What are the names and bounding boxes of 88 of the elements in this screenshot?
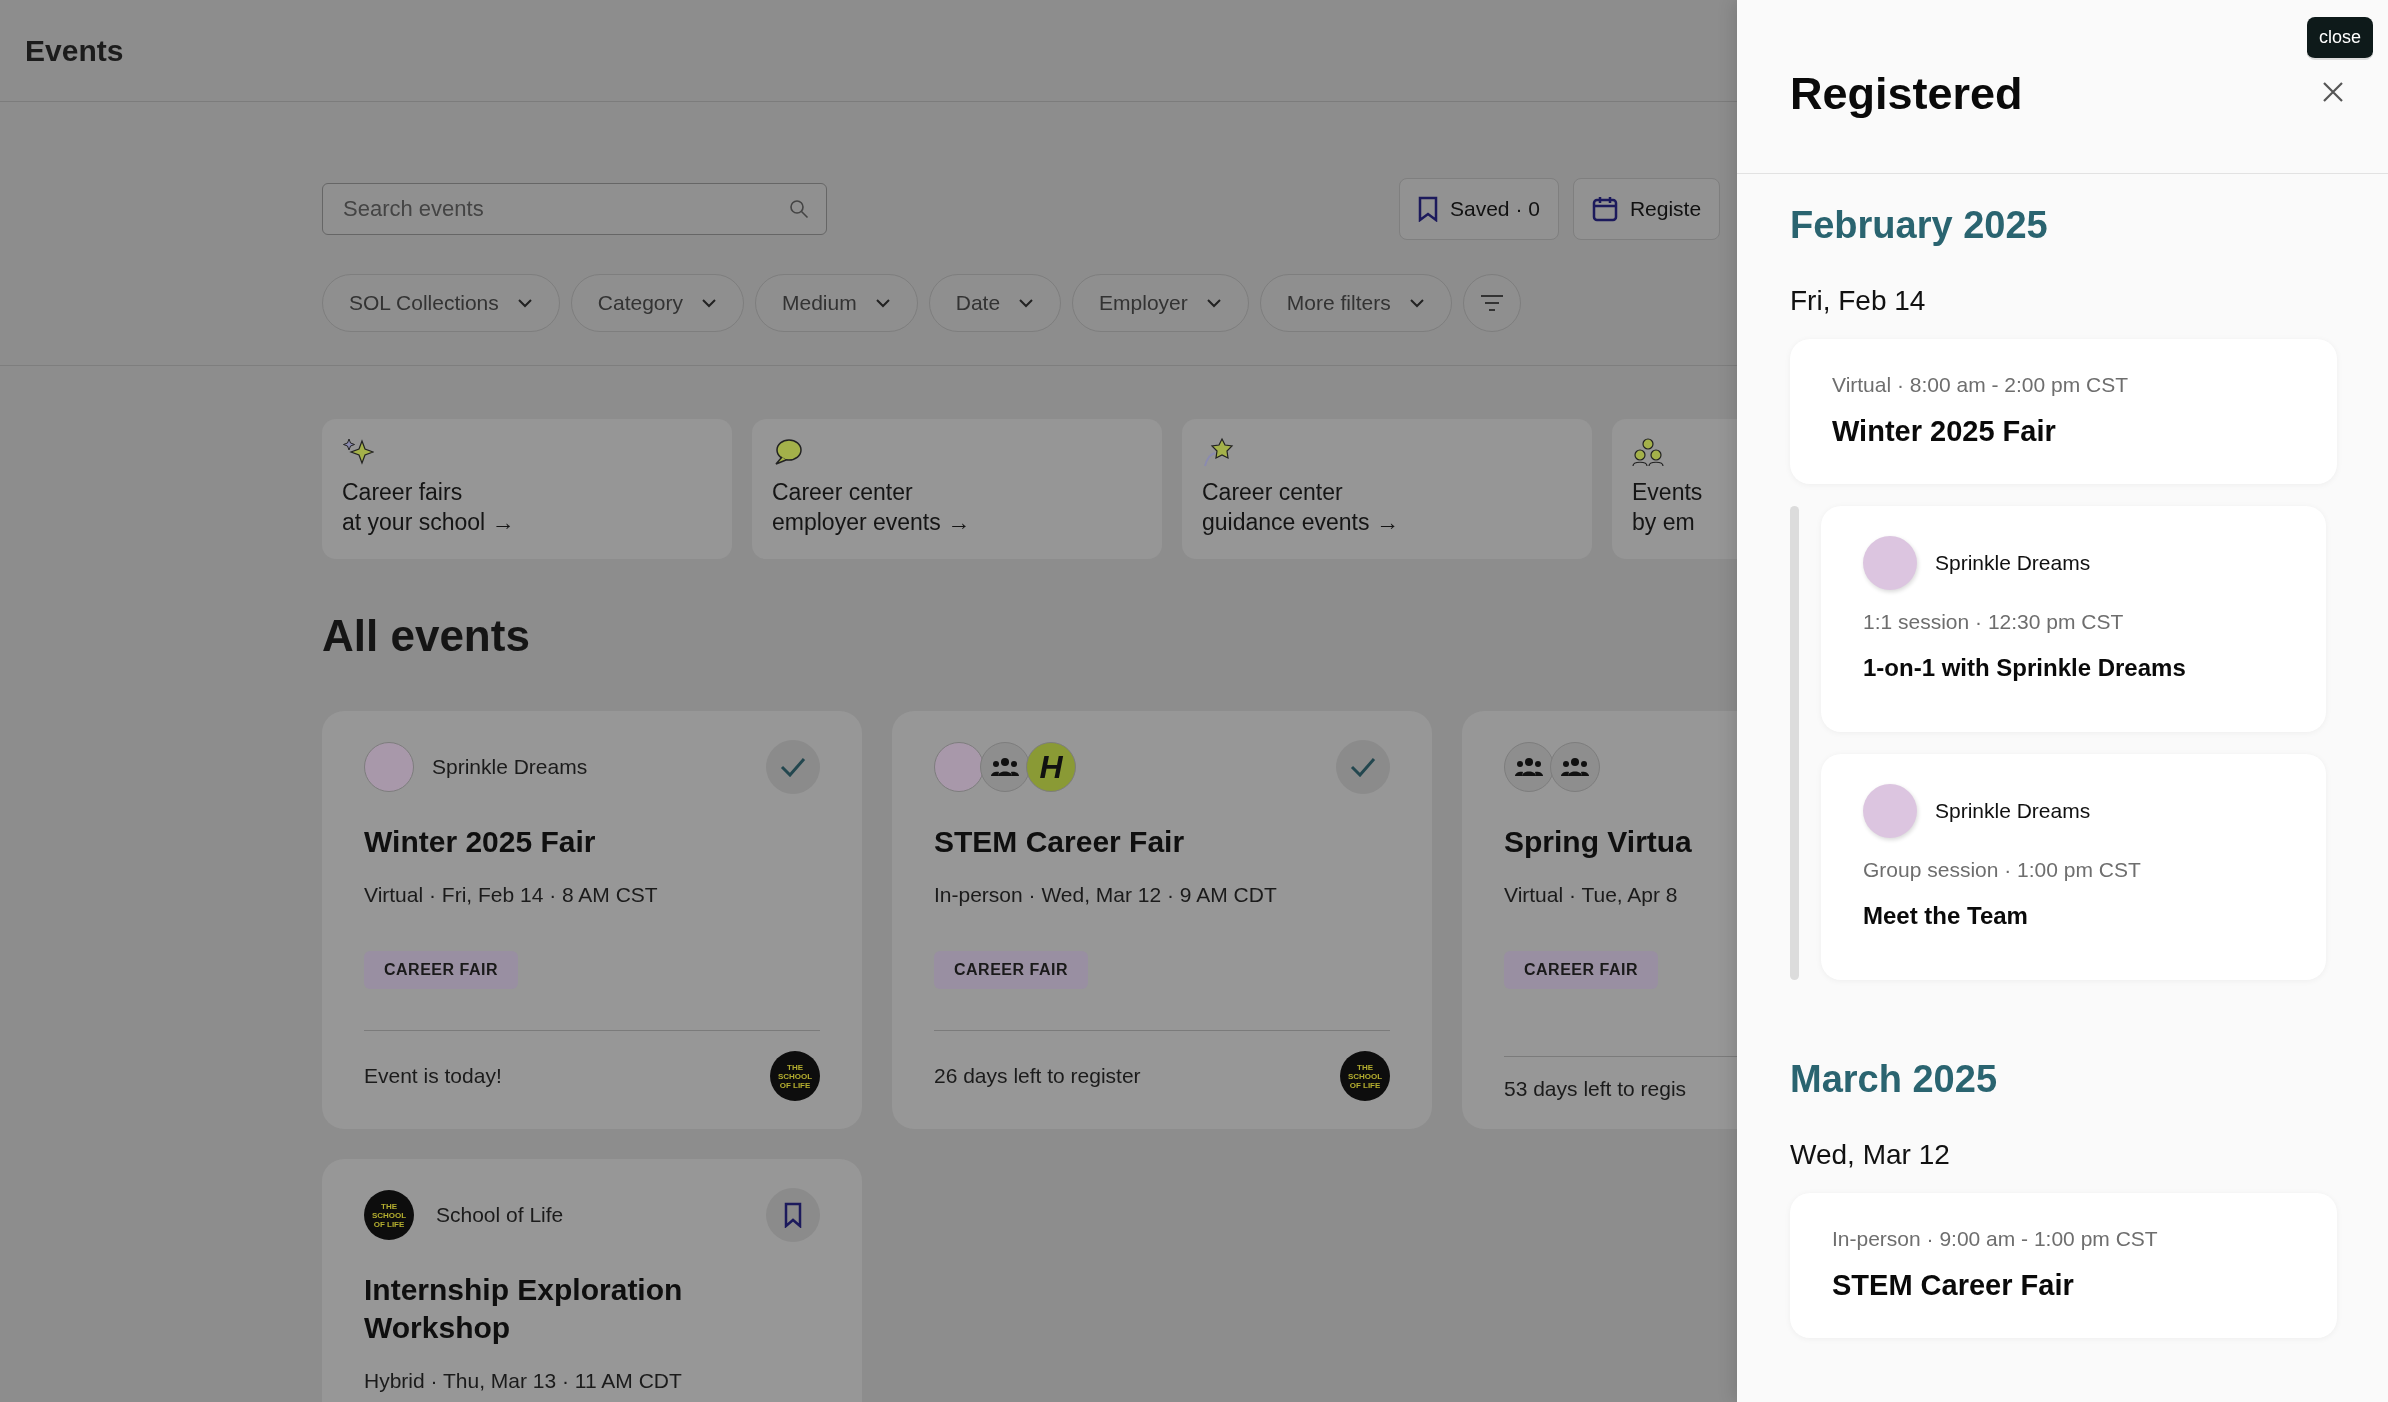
event-meta: Virtual · Fri, Feb 14 · 8 AM CST (364, 883, 659, 907)
collection-card[interactable]: Career fairs at your school → (322, 419, 732, 559)
filter-dropdown[interactable]: Employer (1072, 274, 1249, 332)
calendar-button[interactable]: Registe (1572, 178, 1721, 240)
host-avatar (364, 742, 414, 792)
chevron-down-icon (1205, 298, 1222, 308)
filter-dropdown[interactable]: Category (570, 274, 744, 332)
event-meta: Virtual · 8:00 am - 2:00 pm CST (1832, 373, 2130, 397)
event-meta: Virtual · Tue, Apr 8 (1504, 883, 1679, 907)
check-icon (780, 757, 806, 777)
chevron-down-icon (874, 298, 891, 308)
session-card[interactable]: Sprinkle Dreams Group session · 1:00 pm CST Meet the Team (1821, 754, 2326, 980)
host-name: Sprinkle Dreams (1935, 799, 2091, 823)
session-meta: 1:1 session · 12:30 pm CST (1863, 610, 2125, 634)
event-tag: CAREER FAIR (934, 951, 1088, 989)
filter-dropdown[interactable]: SOL Collections (322, 274, 560, 332)
session-card[interactable]: Sprinkle Dreams 1:1 session · 12:30 pm CST 1-on-1 with Sprinkle Dreams (1821, 506, 2326, 732)
collection-label: Events by em (1632, 478, 1704, 537)
event-title: Winter 2025 Fair (364, 824, 597, 860)
host-avatar (934, 742, 984, 792)
calendar-icon (1591, 196, 1618, 222)
event-tag: CAREER FAIR (1504, 951, 1658, 989)
drawer-title: Registered (1790, 67, 2023, 120)
host-avatar (1863, 784, 1917, 838)
speech-bubble-icon (772, 437, 804, 467)
host-avatar (1863, 536, 1917, 590)
event-meta: In-person · Wed, Mar 12 · 9 AM CDT (934, 883, 1278, 907)
month-heading: March 2025 (1790, 1058, 1998, 1101)
event-title: Winter 2025 Fair (1832, 415, 2057, 448)
day-heading: Wed, Mar 12 (1790, 1139, 1951, 1171)
group-icon (1515, 757, 1543, 777)
filter-dropdown[interactable]: Date (928, 274, 1062, 332)
event-title: Internship Exploration Workshop (364, 1272, 684, 1346)
day-heading: Fri, Feb 14 (1790, 285, 1927, 317)
event-title: STEM Career Fair (1832, 1269, 2075, 1302)
event-card[interactable]: Spring Virtua Virtual · Tue, Apr 8 CAREER FAIR 53 days left to regis (1462, 711, 1737, 1129)
collection-card[interactable]: Events by em (1612, 419, 1737, 559)
sort-icon (1479, 294, 1504, 312)
check-icon (1350, 757, 1376, 777)
bookmark-button[interactable]: Saved · 0 (1399, 178, 1559, 240)
event-title: STEM Career Fair (934, 824, 1186, 860)
bookmark-icon (783, 1202, 803, 1228)
registered-event-card[interactable]: Virtual · 8:00 am - 2:00 pm CST Winter 2025 Fair (1790, 339, 2337, 484)
chevron-down-icon (516, 298, 533, 308)
search-field[interactable]: Search events (322, 183, 827, 235)
event-tag: CAREER FAIR (364, 951, 518, 989)
filter-dropdown[interactable]: Medium (755, 274, 918, 332)
collection-card[interactable]: Career center guidance events → (1182, 419, 1592, 559)
registered-event-card[interactable]: In-person · 9:00 am - 1:00 pm CST STEM Career Fair (1790, 1193, 2337, 1338)
host-logo: H (1026, 742, 1076, 792)
session-meta: Group session · 1:00 pm CST (1863, 858, 2142, 882)
event-card[interactable]: H STEM Career Fair In-person · Wed, Mar 12 · 9 AM CDT CAREER FAIR 26 days left to register THE SCHOOL OF LIFE (892, 711, 1432, 1129)
star-icon (1202, 437, 1234, 467)
host-name: School of Life (436, 1203, 564, 1227)
people-icon (1632, 437, 1664, 467)
group-icon (991, 757, 1019, 777)
collection-label: Career center guidance events → (1202, 478, 1400, 537)
event-title: Spring Virtua (1504, 824, 1693, 860)
close-icon (2322, 81, 2344, 103)
host-logo: THE SCHOOL OF LIFE (364, 1190, 414, 1240)
session-title: Meet the Team (1863, 902, 2029, 930)
sponsor-logo: THE SCHOOL OF LIFE (770, 1051, 820, 1101)
collection-label: Career center employer events → (772, 478, 972, 537)
chevron-down-icon (1018, 298, 1035, 308)
session-title: 1-on-1 with Sprinkle Dreams (1863, 654, 2187, 682)
section-title: All events (322, 611, 531, 661)
sparkle-icon (342, 437, 374, 467)
host-name: Sprinkle Dreams (1935, 551, 2091, 575)
event-footer-text: Event is today! (364, 1064, 502, 1088)
search-icon (789, 199, 809, 219)
page-title: Events (25, 33, 124, 68)
host-name: Sprinkle Dreams (432, 755, 588, 779)
month-heading: February 2025 (1790, 204, 2049, 247)
collection-card[interactable]: Career center employer events → (752, 419, 1162, 559)
close-tooltip: close (2306, 17, 2373, 60)
group-icon (1561, 757, 1589, 777)
sponsor-logo: THE SCHOOL OF LIFE (1340, 1051, 1390, 1101)
chevron-down-icon (701, 298, 717, 308)
event-card[interactable]: Sprinkle Dreams Winter 2025 Fair Virtual · Fri, Feb 14 · 8 AM CST CAREER FAIR Event is today! THE SCHOOL OF LIFE (322, 711, 862, 1129)
collection-label: Career fairs at your school → (342, 478, 516, 537)
filter-dropdown[interactable]: More filters (1259, 274, 1452, 332)
event-card[interactable]: THE SCHOOL OF LIFE School of Life Internship Exploration Workshop Hybrid · Thu, Mar 13 · 11 AM CDT (322, 1159, 862, 1402)
event-footer-text: 53 days left to regis (1504, 1077, 1687, 1101)
event-meta: In-person · 9:00 am - 1:00 pm CST (1832, 1227, 2159, 1251)
event-meta: Hybrid · Thu, Mar 13 · 11 AM CDT (364, 1369, 683, 1393)
event-footer-text: 26 days left to register (934, 1064, 1141, 1088)
chevron-down-icon (1408, 298, 1425, 308)
bookmark-icon (1418, 196, 1438, 222)
